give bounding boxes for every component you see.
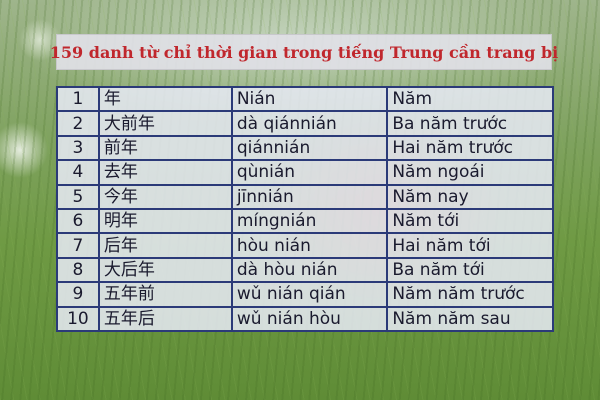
row-number: 3 — [56, 134, 100, 162]
row-number: 10 — [56, 305, 100, 332]
row-number: 1 — [56, 85, 100, 113]
table-row: 1 年 Nián Năm — [56, 85, 554, 113]
hanzi-cell: 今年 — [97, 183, 233, 210]
table-row: 8 大后年 dà hòu nián Ba năm tới — [56, 256, 554, 284]
table-row: 7 后年 hòu nián Hai năm tới — [56, 232, 554, 259]
table-row: 4 去年 qùnián Năm ngoái — [56, 159, 554, 186]
pinyin-cell: dà qiánnián — [230, 110, 389, 137]
hanzi-cell: 五年后 — [97, 305, 233, 332]
pinyin-cell: qùnián — [230, 159, 389, 186]
pinyin-cell: dà hòu nián — [230, 256, 389, 284]
hanzi-cell: 去年 — [97, 159, 233, 186]
meaning-cell: Năm năm sau — [386, 305, 554, 332]
title-banner: 159 danh từ chỉ thời gian trong tiếng Tr… — [50, 34, 558, 70]
table-row: 6 明年 míngnián Năm tới — [56, 207, 554, 235]
row-number: 5 — [56, 183, 100, 210]
pinyin-cell: wǔ nián qián — [230, 281, 389, 308]
table-row: 3 前年 qiánnián Hai năm trước — [56, 134, 554, 162]
table-row: 2 大前年 dà qiánnián Ba năm trước — [56, 110, 554, 137]
hanzi-cell: 大后年 — [97, 256, 233, 284]
meaning-cell: Ba năm tới — [386, 256, 554, 284]
table-row: 10 五年后 wǔ nián hòu Năm năm sau — [56, 305, 554, 332]
pinyin-cell: wǔ nián hòu — [230, 305, 389, 332]
vocabulary-table: 1 年 Nián Năm 2 大前年 dà qiánnián Ba năm tr… — [56, 85, 554, 332]
meaning-cell: Năm — [386, 85, 554, 113]
row-number: 8 — [56, 256, 100, 284]
meaning-cell: Ba năm trước — [386, 110, 554, 137]
meaning-cell: Năm ngoái — [386, 159, 554, 186]
hanzi-cell: 年 — [97, 85, 233, 113]
pinyin-cell: míngnián — [230, 207, 389, 235]
row-number: 9 — [56, 281, 100, 308]
hanzi-cell: 明年 — [97, 207, 233, 235]
page-title: 159 danh từ chỉ thời gian trong tiếng Tr… — [49, 42, 559, 62]
hanzi-cell: 大前年 — [97, 110, 233, 137]
table-row: 9 五年前 wǔ nián qián Năm năm trước — [56, 281, 554, 308]
hanzi-cell: 后年 — [97, 232, 233, 259]
table-row: 5 今年 jīnnián Năm nay — [56, 183, 554, 210]
hanzi-cell: 五年前 — [97, 281, 233, 308]
row-number: 2 — [56, 110, 100, 137]
pinyin-cell: Nián — [230, 85, 389, 113]
meaning-cell: Năm tới — [386, 207, 554, 235]
meaning-cell: Hai năm tới — [386, 232, 554, 259]
meaning-cell: Năm năm trước — [386, 281, 554, 308]
meaning-cell: Năm nay — [386, 183, 554, 210]
row-number: 6 — [56, 207, 100, 235]
hanzi-cell: 前年 — [97, 134, 233, 162]
row-number: 7 — [56, 232, 100, 259]
pinyin-cell: qiánnián — [230, 134, 389, 162]
row-number: 4 — [56, 159, 100, 186]
pinyin-cell: jīnnián — [230, 183, 389, 210]
meaning-cell: Hai năm trước — [386, 134, 554, 162]
pinyin-cell: hòu nián — [230, 232, 389, 259]
